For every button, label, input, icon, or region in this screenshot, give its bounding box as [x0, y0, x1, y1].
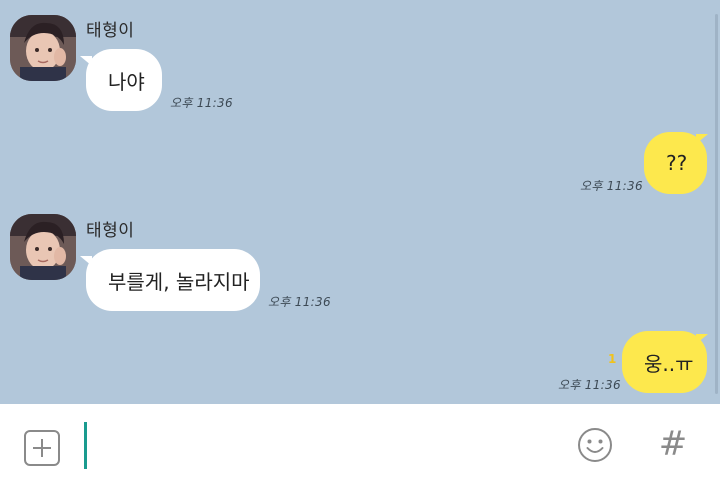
smiley-icon[interactable]	[577, 427, 613, 463]
sender-avatar[interactable]	[10, 15, 76, 81]
hash-icon[interactable]: #	[656, 424, 690, 464]
message-bubble[interactable]: 웅..ㅠ	[622, 331, 707, 393]
chat-area[interactable]: 태형이 나야 오후 11:36 ?? 오후 11:36 태형이 부를게, 놀라지…	[0, 0, 720, 404]
message-input[interactable]	[84, 422, 564, 470]
message-text: 나야	[108, 69, 145, 94]
message-bubble[interactable]: 부를게, 놀라지마	[86, 249, 260, 311]
message-time: 오후 11:36	[170, 96, 233, 110]
text-caret	[84, 422, 87, 469]
message-text: ??	[666, 151, 688, 175]
scrollbar[interactable]	[715, 14, 718, 394]
sender-avatar[interactable]	[10, 214, 76, 280]
message-time: 오후 11:36	[268, 295, 331, 309]
sender-name: 태형이	[86, 21, 135, 41]
sender-name: 태형이	[86, 221, 135, 241]
message-bubble[interactable]: ??	[644, 132, 707, 194]
message-text: 웅..ㅠ	[644, 351, 694, 376]
plus-icon[interactable]	[24, 430, 60, 466]
message-text: 부를게, 놀라지마	[108, 269, 250, 294]
message-time: 오후 11:36	[580, 179, 643, 193]
unread-count: 1	[608, 352, 617, 366]
message-bubble[interactable]: 나야	[86, 49, 162, 111]
message-time: 오후 11:36	[558, 378, 621, 392]
